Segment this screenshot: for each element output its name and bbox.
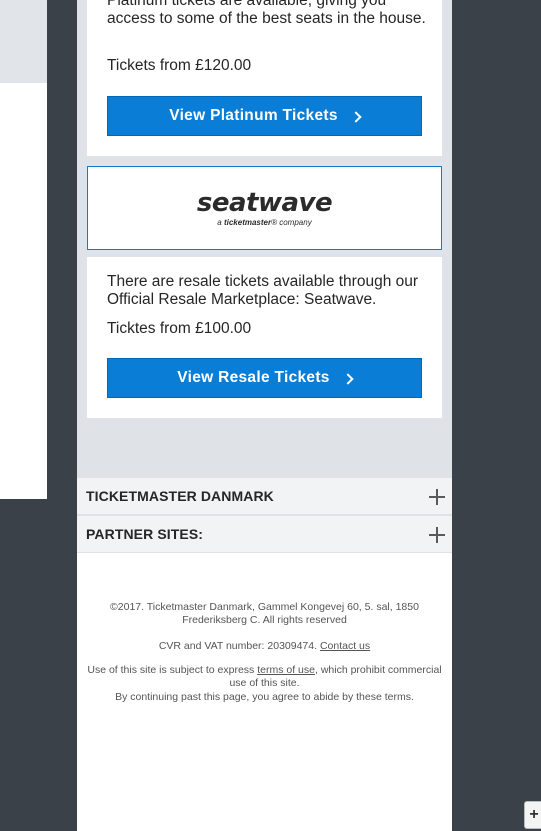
platinum-card: Platinum tickets are available, giving y… bbox=[87, 0, 442, 156]
main-column: Platinum tickets are available, giving y… bbox=[77, 0, 452, 831]
seatwave-logo[interactable]: seatwave a ticketmaster® company bbox=[87, 166, 442, 250]
chevron-right-icon bbox=[342, 372, 354, 385]
platinum-price: Tickets from £120.00 bbox=[107, 57, 252, 74]
view-resale-tickets-button[interactable]: View Resale Tickets bbox=[107, 358, 422, 398]
resale-button-label: View Resale Tickets bbox=[177, 369, 330, 386]
chevron-right-icon bbox=[350, 110, 362, 123]
footer: ©2017. Ticketmaster Danmark, Gammel Kong… bbox=[77, 553, 452, 831]
resale-description: There are resale tickets available throu… bbox=[107, 273, 419, 308]
plus-icon[interactable] bbox=[429, 527, 445, 543]
accordion-partner-sites[interactable]: PARTNER SITES: bbox=[77, 516, 452, 553]
resale-card-body: There are resale tickets available throu… bbox=[87, 257, 442, 418]
platinum-description: Platinum tickets are available, giving y… bbox=[107, 0, 426, 27]
cvr-text: CVR and VAT number: 20309474. Contact us bbox=[158, 640, 371, 652]
background-panel bbox=[0, 83, 47, 499]
continue-notice: By continuing past this page, you agree … bbox=[115, 691, 414, 703]
plus-icon[interactable] bbox=[429, 489, 445, 505]
accordion-ticketmaster-danmark[interactable]: TICKETMASTER DANMARK bbox=[77, 478, 452, 515]
contact-us-link[interactable]: Contact us bbox=[320, 640, 370, 652]
seatwave-logo-word: seatwave bbox=[196, 187, 333, 218]
accordion-label: TICKETMASTER DANMARK bbox=[86, 488, 274, 504]
resale-price: Ticktes from £100.00 bbox=[107, 320, 252, 337]
zoom-in-button[interactable]: + bbox=[524, 801, 541, 829]
copyright-text: ©2017. Ticketmaster Danmark, Gammel Kong… bbox=[110, 601, 419, 626]
seatwave-logo-tagline: a ticketmaster® company bbox=[217, 217, 312, 227]
platinum-button-label: View Platinum Tickets bbox=[169, 107, 338, 124]
view-platinum-tickets-button[interactable]: View Platinum Tickets bbox=[107, 96, 422, 136]
accordion-label: PARTNER SITES: bbox=[86, 526, 204, 542]
terms-text: Use of this site is subject to express t… bbox=[87, 664, 442, 689]
background-panel-top bbox=[0, 0, 47, 83]
resale-card: seatwave a ticketmaster® company There a… bbox=[87, 166, 442, 418]
terms-of-use-link[interactable]: terms of use bbox=[257, 664, 315, 676]
